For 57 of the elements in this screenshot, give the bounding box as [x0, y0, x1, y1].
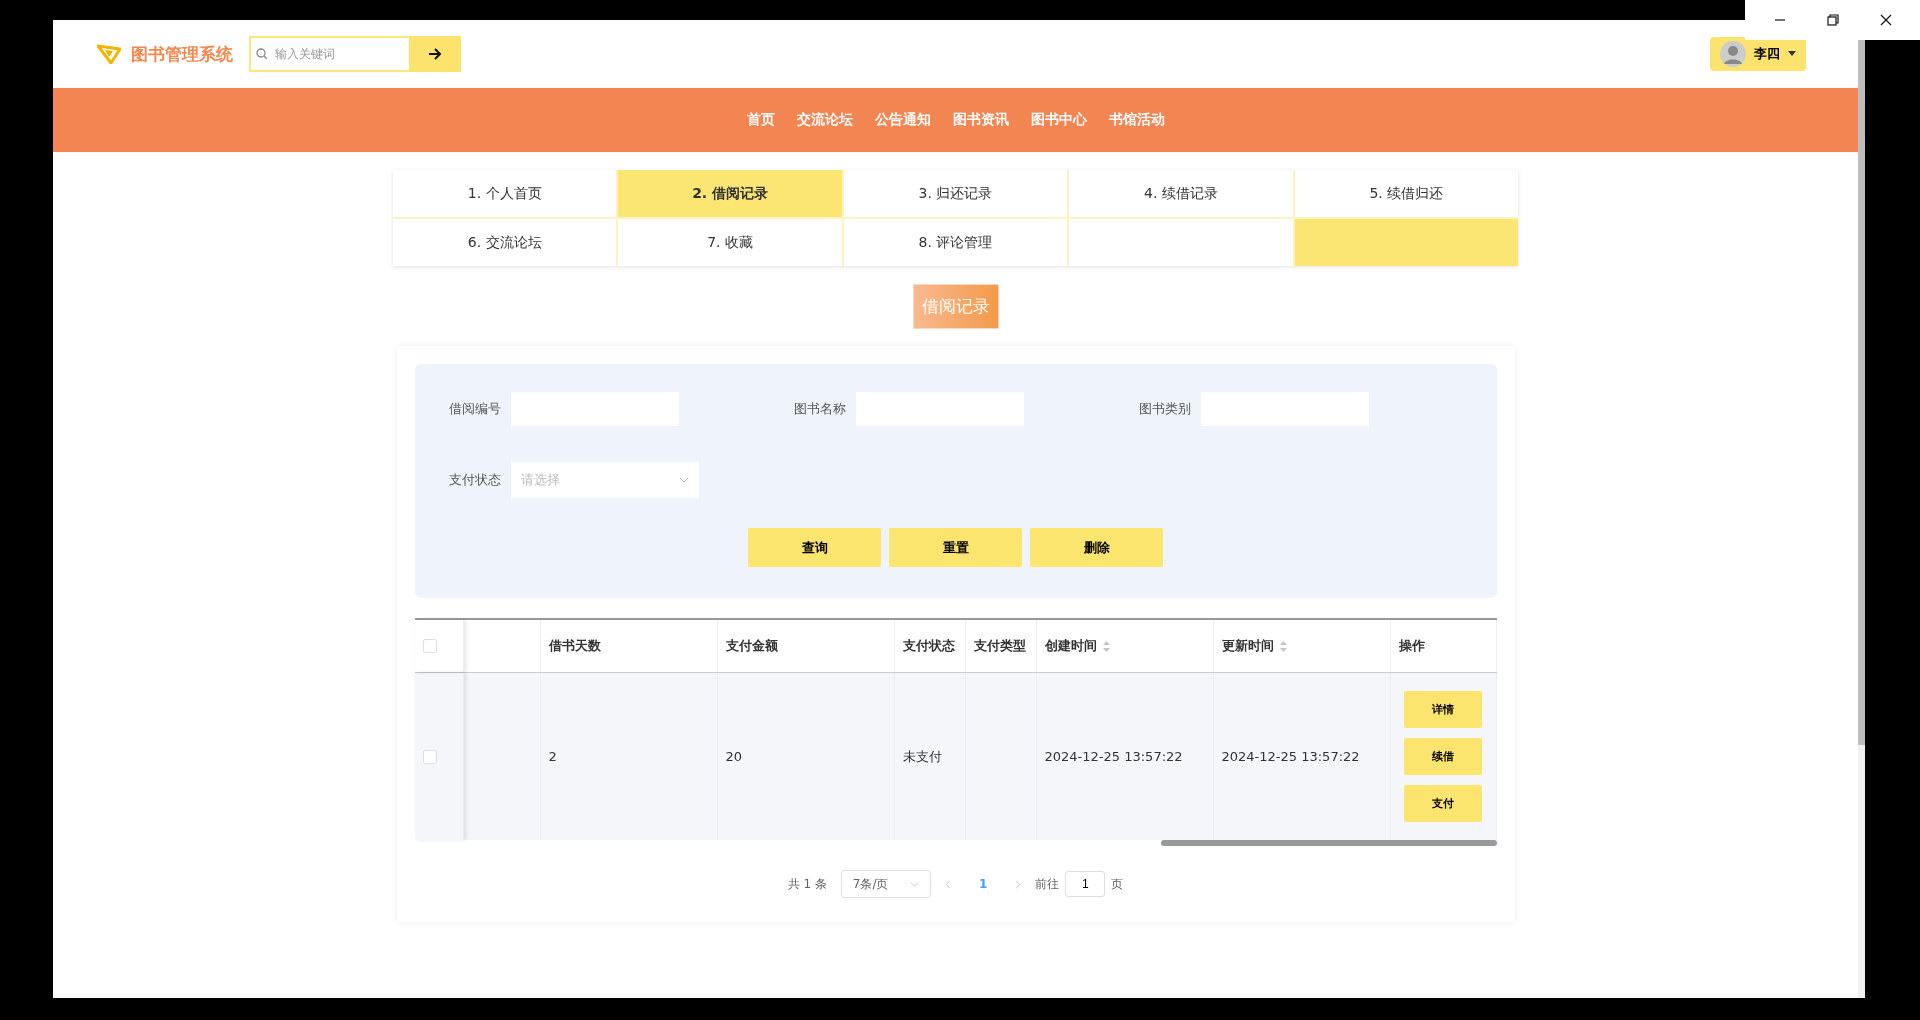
- menu-tab[interactable]: 7. 收藏: [618, 219, 842, 266]
- search-button[interactable]: [409, 36, 461, 72]
- sort-icon[interactable]: [1279, 640, 1287, 652]
- page-title: 借阅记录: [912, 284, 999, 329]
- restore-icon[interactable]: [1826, 14, 1839, 26]
- total-count: 共 1 条: [787, 875, 827, 893]
- menu-tab[interactable]: 1. 个人首页: [393, 170, 617, 217]
- column-header: 更新时间: [1221, 637, 1274, 655]
- chevron-icon: [910, 881, 920, 887]
- close-icon[interactable]: [1879, 14, 1892, 26]
- sort-icon[interactable]: [1102, 640, 1110, 652]
- table-cell: 20: [725, 749, 743, 764]
- menu-tab[interactable]: 5. 续借归还: [1294, 170, 1518, 217]
- table-cell: 未支付: [902, 747, 942, 766]
- menu-tab[interactable]: 8. 评论管理: [843, 219, 1068, 266]
- user-menu[interactable]: 李四: [1710, 37, 1806, 71]
- row-action-button[interactable]: 支付: [1404, 785, 1482, 822]
- prev-icon[interactable]: [944, 879, 951, 889]
- logo-icon: [97, 44, 121, 64]
- field-label: 图书类别: [1138, 400, 1191, 418]
- page-suffix: 页: [1111, 875, 1124, 893]
- filter-button[interactable]: 删除: [1030, 528, 1163, 567]
- scrollbar[interactable]: [1858, 40, 1865, 745]
- brand-title: 图书管理系统: [131, 42, 233, 66]
- field-label: 借阅编号: [448, 400, 501, 418]
- checkbox[interactable]: [422, 639, 437, 653]
- checkbox[interactable]: [422, 749, 437, 764]
- arrow-icon: [428, 48, 442, 60]
- chevron-icon: [678, 477, 689, 483]
- goto-label: 前往: [1035, 875, 1060, 893]
- column-header: 支付状态: [902, 637, 955, 655]
- page-size-select[interactable]: 7条/页: [840, 870, 931, 898]
- filter-button[interactable]: 查询: [748, 528, 881, 567]
- menu-tab[interactable]: 4. 续借记录: [1069, 170, 1293, 217]
- next-icon[interactable]: [1015, 879, 1022, 889]
- search-icon: [256, 48, 268, 60]
- menu-tab[interactable]: 3. 归还记录: [843, 170, 1068, 217]
- column-header: 支付类型: [973, 637, 1026, 655]
- column-header: 创建时间: [1044, 637, 1097, 655]
- column-header: 支付金额: [725, 637, 778, 655]
- menu-tab[interactable]: 6. 交流论坛: [393, 219, 617, 266]
- scrollbar[interactable]: [1160, 840, 1497, 846]
- caret-icon: [1788, 51, 1796, 57]
- field-label: 图书名称: [793, 400, 846, 418]
- row-action-button[interactable]: 详情: [1404, 691, 1482, 728]
- menu-tab[interactable]: 2. 借阅记录: [618, 170, 842, 217]
- page-input[interactable]: 1: [1065, 871, 1106, 897]
- row-action-button[interactable]: 续借: [1404, 738, 1482, 775]
- column-header: 借书天数: [548, 637, 601, 655]
- avatar-icon: [1720, 41, 1746, 67]
- table-cell: 2024-12-25 13:57:22: [1044, 749, 1183, 764]
- search-field[interactable]: 输入关键词: [249, 36, 409, 72]
- table-cell: 2024-12-25 13:57:22: [1221, 749, 1360, 764]
- column-header: 操作: [1398, 637, 1425, 655]
- filter-button[interactable]: 重置: [889, 528, 1022, 567]
- table-cell: 2: [548, 749, 557, 764]
- field-label: 支付状态: [448, 471, 501, 489]
